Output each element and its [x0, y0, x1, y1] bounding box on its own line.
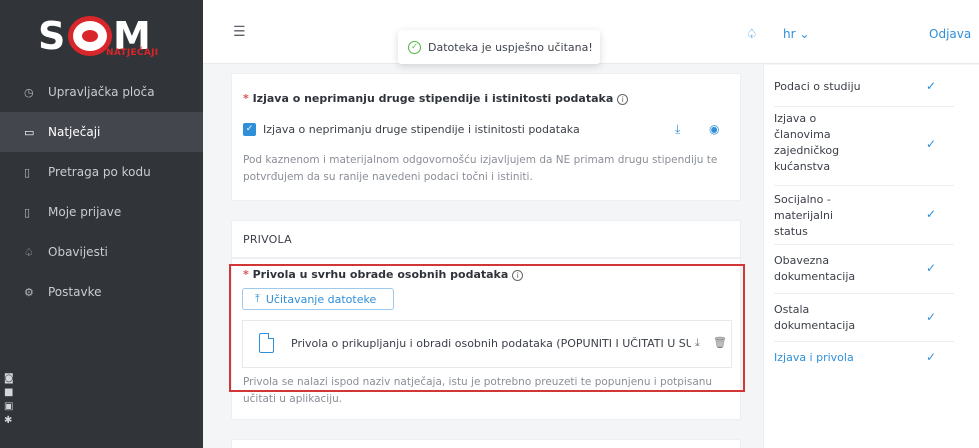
sidebar-item-settings[interactable]: ⚙ Postavke [0, 272, 203, 312]
trash-icon[interactable]: 🗑 [713, 336, 727, 349]
sidebar-item-search-by-code[interactable]: ▯ Pretraga po kodu [0, 152, 203, 192]
statement-title: * Izjava o neprimanju druge stipendije i… [243, 92, 629, 105]
app-logo[interactable]: S M NATJEČAJI [38, 12, 168, 60]
sidebar-item-label: Upravljačka ploča [48, 85, 155, 99]
file-download-icon[interactable]: ⤓ [695, 336, 700, 350]
step-clanovi-kucanstva[interactable]: Izjava o članovima zajedničkog kućanstva… [774, 107, 954, 186]
step-check-icon: ✓ [926, 79, 937, 93]
statement-checkbox-label: Izjava o neprimanju druge stipendije i i… [263, 123, 580, 136]
step-check-icon: ✓ [926, 261, 937, 275]
download-icon[interactable]: ⤓ [675, 122, 680, 137]
step-socijalni-status[interactable]: Socijalno - materijalni status ✓ [774, 186, 954, 245]
language-selector[interactable]: hr ⌄ [783, 27, 809, 41]
main-content: * Izjava o neprimanju druge stipendije i… [203, 65, 763, 448]
privola-upload-card: * Privola u svrhu obrade osobnih podatak… [231, 258, 741, 420]
sidebar-item-label: Moje prijave [48, 205, 122, 219]
step-check-icon: ✓ [926, 350, 937, 364]
logo-subtitle: NATJEČAJI [106, 48, 159, 58]
step-label: Obavezna dokumentacija [774, 254, 856, 283]
step-check-icon: ✓ [926, 310, 937, 324]
step-obavezna-dokumentacija[interactable]: Obavezna dokumentacija ✓ [774, 245, 954, 294]
sidebar: S M NATJEČAJI ◷ Upravljačka ploča ▭ Natj… [0, 0, 203, 448]
statement-description: Pod kaznenom i materijalnom odgovornošću… [243, 154, 718, 183]
sidebar-item-dashboard[interactable]: ◷ Upravljačka ploča [0, 72, 203, 112]
step-check-icon: ✓ [926, 137, 937, 151]
step-label: Podaci o studiju [774, 80, 861, 93]
file-icon [259, 333, 274, 353]
tools-gear-icon[interactable]: ✱ [4, 414, 18, 428]
toast-message: Datoteka je uspješno učitana! [428, 40, 593, 54]
statement-title-text: Izjava o neprimanju druge stipendije i i… [252, 92, 614, 105]
sidebar-item-label: Postavke [48, 285, 102, 299]
required-asterisk: * [243, 92, 253, 105]
sidebar-item-label: Obavijesti [48, 245, 108, 259]
privola-title-text: Privola u svrhu obrade osobnih podataka [252, 268, 509, 281]
step-label: Socijalno - materijalni status [774, 193, 833, 238]
info-icon[interactable]: i [512, 270, 524, 281]
document-icon: ▯ [24, 165, 31, 179]
logo-letter-s: S [38, 14, 66, 58]
step-izjava-i-privola[interactable]: Izjava i privola ✓ [774, 342, 954, 376]
statement-checkbox-row: ✓ Izjava o neprimanju druge stipendije i… [243, 123, 580, 136]
sidebar-nav: ◷ Upravljačka ploča ▭ Natječaji ▯ Pretra… [0, 72, 203, 312]
screen-tools: ◙ ■ ▣ ✱ [4, 372, 18, 428]
sidebar-item-natjecaji[interactable]: ▭ Natječaji [0, 112, 203, 152]
step-check-icon: ✓ [926, 207, 937, 221]
dashboard-icon: ◷ [24, 85, 34, 99]
privola-section-title: PRIVOLA [243, 233, 292, 246]
step-ostala-dokumentacija[interactable]: Ostala dokumentacija ✓ [774, 294, 954, 342]
sidebar-item-label: Pretraga po kodu [48, 165, 151, 179]
next-card [231, 439, 741, 448]
video-icon[interactable]: ■ [4, 386, 18, 400]
upload-file-button[interactable]: ⤒ Učitavanje datoteke [242, 288, 394, 310]
camera-icon[interactable]: ◙ [4, 372, 18, 386]
file-list-icon: ▯ [24, 205, 31, 219]
sidebar-item-my-applications[interactable]: ▯ Moje prijave [0, 192, 203, 232]
gallery-icon[interactable]: ▣ [4, 400, 18, 414]
steps-panel: Podaci o studiju ✓ Izjava o članovima za… [763, 65, 979, 448]
info-icon[interactable]: i [617, 94, 629, 105]
step-label: Izjava o članovima zajedničkog kućanstva [774, 112, 840, 173]
privola-title: * Privola u svrhu obrade osobnih podatak… [243, 268, 524, 281]
sidebar-item-label: Natječaji [48, 125, 101, 139]
upload-file-label: Učitavanje datoteke [265, 292, 377, 306]
folder-icon: ▭ [24, 125, 35, 139]
step-label: Ostala dokumentacija [774, 303, 856, 332]
success-check-icon: ✓ [408, 40, 421, 54]
view-eye-icon[interactable]: ◉ [709, 122, 719, 136]
logout-link[interactable]: Odjava [929, 27, 971, 41]
bell-icon: ♤ [24, 245, 34, 259]
uploaded-file-name[interactable]: Privola o prikupljanju i obradi osobnih … [291, 337, 691, 350]
success-toast: ✓ Datoteka je uspješno učitana! [398, 30, 600, 64]
sidebar-item-notifications[interactable]: ♤ Obavijesti [0, 232, 203, 272]
statement-card: * Izjava o neprimanju druge stipendije i… [231, 73, 741, 201]
step-label: Izjava i privola [774, 351, 854, 364]
privola-description: Privola se nalazi ispod naziv natječaja,… [243, 376, 713, 405]
upload-icon: ⤒ [255, 292, 260, 305]
required-asterisk: * [243, 268, 253, 281]
gear-icon: ⚙ [24, 285, 34, 299]
notification-bell-icon[interactable]: ♤ [746, 27, 758, 42]
menu-toggle-icon[interactable]: ☰ [233, 24, 246, 40]
privola-header-card: PRIVOLA [231, 220, 741, 258]
uploaded-file-item: Privola o prikupljanju i obradi osobnih … [242, 320, 732, 368]
step-podaci-o-studiju[interactable]: Podaci o studiju ✓ [774, 65, 954, 107]
statement-checkbox[interactable]: ✓ [243, 123, 256, 136]
